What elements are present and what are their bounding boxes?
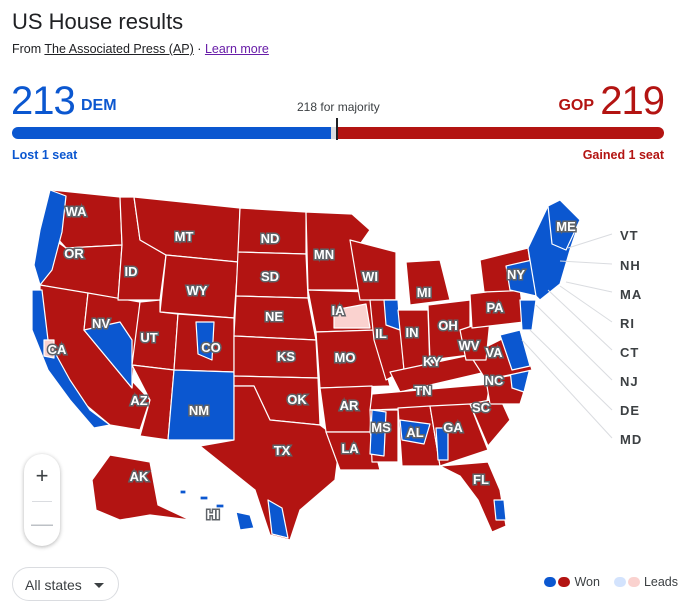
seat-bar — [12, 127, 664, 139]
state-label-az[interactable]: AZ — [129, 392, 149, 410]
majority-marker — [336, 118, 338, 140]
map-legend: Won Leads — [544, 575, 678, 589]
state-label-il[interactable]: IL — [374, 325, 389, 343]
callout-line-de — [529, 329, 613, 411]
state-label-la[interactable]: LA — [340, 440, 361, 458]
dem-seat-count: 213 — [11, 79, 76, 123]
states-shapes — [31, 189, 581, 541]
state-label-sd[interactable]: SD — [259, 268, 280, 286]
state-label-mt[interactable]: MT — [173, 228, 195, 246]
state-ak[interactable] — [91, 454, 191, 521]
state-label-ca[interactable]: CA — [46, 341, 68, 359]
callout-line-ct — [547, 289, 613, 351]
state-label-me[interactable]: ME — [555, 218, 578, 236]
state-label-fl[interactable]: FL — [472, 471, 491, 489]
callout-line-nj — [535, 304, 613, 381]
state-hi[interactable] — [235, 511, 255, 531]
callout-label-de[interactable]: DE — [620, 403, 640, 418]
state-label-co[interactable]: CO — [200, 339, 223, 357]
us-house-map[interactable]: WA OR CA NV ID MT WY UT CO AZ NM ND SD NE KS OK TX MN IA MO… — [0, 180, 694, 550]
legend-dem-won-swatch — [544, 577, 557, 587]
state-label-al[interactable]: AL — [405, 424, 425, 442]
state-label-mo[interactable]: MO — [333, 349, 357, 367]
state-label-ak[interactable]: AK — [128, 468, 150, 486]
gop-bar-segment — [335, 127, 664, 139]
state-label-or[interactable]: OR — [63, 245, 86, 263]
state-label-mn[interactable]: MN — [312, 246, 335, 264]
dropdown-caret-icon — [94, 583, 104, 588]
gop-label: GOP — [558, 97, 594, 114]
state-label-ms[interactable]: MS — [370, 419, 393, 437]
gop-seat-count: 219 — [600, 79, 665, 123]
state-label-ga[interactable]: GA — [442, 419, 465, 437]
callout-line-ri — [559, 285, 613, 323]
state-label-wy[interactable]: WY — [185, 282, 209, 300]
state-label-ne[interactable]: NE — [263, 308, 284, 326]
state-label-ar[interactable]: AR — [338, 397, 360, 415]
state-label-ut[interactable]: UT — [139, 329, 159, 347]
callout-label-nh[interactable]: NH — [620, 258, 641, 273]
page-title: US House results — [12, 9, 184, 34]
state-label-nd[interactable]: ND — [259, 230, 281, 248]
state-label-hi[interactable]: HI — [205, 506, 221, 524]
gop-seat-change: Gained 1 seat — [582, 148, 664, 162]
nj-md-mix[interactable] — [519, 299, 537, 331]
state-label-tn[interactable]: TN — [413, 382, 433, 400]
majority-label: 218 for majority — [297, 100, 380, 114]
state-label-pa[interactable]: PA — [485, 299, 506, 317]
fl-dem[interactable] — [493, 499, 507, 521]
state-label-id[interactable]: ID — [123, 263, 139, 281]
state-label-mi[interactable]: MI — [415, 284, 432, 302]
state-label-ky[interactable]: KY — [421, 353, 442, 371]
state-label-nv[interactable]: NV — [90, 315, 111, 333]
separator: · — [197, 42, 202, 56]
callout-label-ri[interactable]: RI — [620, 316, 635, 331]
dem-seat-change: Lost 1 seat — [12, 148, 78, 162]
callout-line-md — [521, 339, 613, 439]
dem-label: DEM — [81, 97, 117, 114]
callout-line-ma — [565, 281, 613, 293]
state-label-ny[interactable]: NY — [505, 266, 526, 284]
state-label-ia[interactable]: IA — [330, 302, 347, 320]
state-select-value: All states — [25, 577, 82, 593]
state-label-wi[interactable]: WI — [361, 268, 380, 286]
state-label-tx[interactable]: TX — [272, 442, 292, 460]
callout-line-nh — [559, 260, 613, 265]
learn-more-link[interactable]: Learn more — [205, 42, 269, 56]
legend-gop-leads-swatch — [627, 577, 640, 587]
legend-gop-won-swatch — [558, 577, 571, 587]
state-label-oh[interactable]: OH — [437, 317, 460, 335]
zoom-in-button[interactable]: + — [24, 460, 60, 492]
zoom-divider — [32, 501, 52, 502]
source-line: From The Associated Press (AP) · Learn m… — [12, 42, 269, 56]
callout-label-vt[interactable]: VT — [620, 228, 639, 243]
hi-islands[interactable] — [179, 489, 225, 509]
legend-won-label: Won — [574, 575, 600, 589]
state-label-va[interactable]: VA — [484, 344, 505, 362]
zoom-out-button[interactable]: — — [24, 510, 60, 542]
legend-dem-leads-swatch — [613, 577, 626, 587]
source-prefix: From — [12, 42, 42, 56]
state-label-wv[interactable]: WV — [457, 337, 481, 355]
state-label-ks[interactable]: KS — [275, 348, 296, 366]
state-label-wa[interactable]: WA — [64, 203, 89, 221]
callout-label-ct[interactable]: CT — [620, 345, 639, 360]
state-label-nc[interactable]: NC — [483, 372, 505, 390]
state-label-ok[interactable]: OK — [286, 391, 309, 409]
state-label-sc[interactable]: SC — [470, 399, 492, 417]
ap-link[interactable]: The Associated Press (AP) — [44, 42, 193, 56]
callout-label-ma[interactable]: MA — [620, 287, 642, 302]
state-label-in[interactable]: IN — [404, 324, 420, 342]
callout-label-nj[interactable]: NJ — [620, 374, 639, 389]
dem-bar-segment — [12, 127, 332, 139]
state-select-dropdown[interactable]: All states — [12, 567, 119, 601]
callout-label-md[interactable]: MD — [620, 432, 642, 447]
zoom-control: + — — [24, 454, 60, 546]
state-label-nm[interactable]: NM — [187, 402, 210, 420]
legend-leads-label: Leads — [643, 575, 678, 589]
